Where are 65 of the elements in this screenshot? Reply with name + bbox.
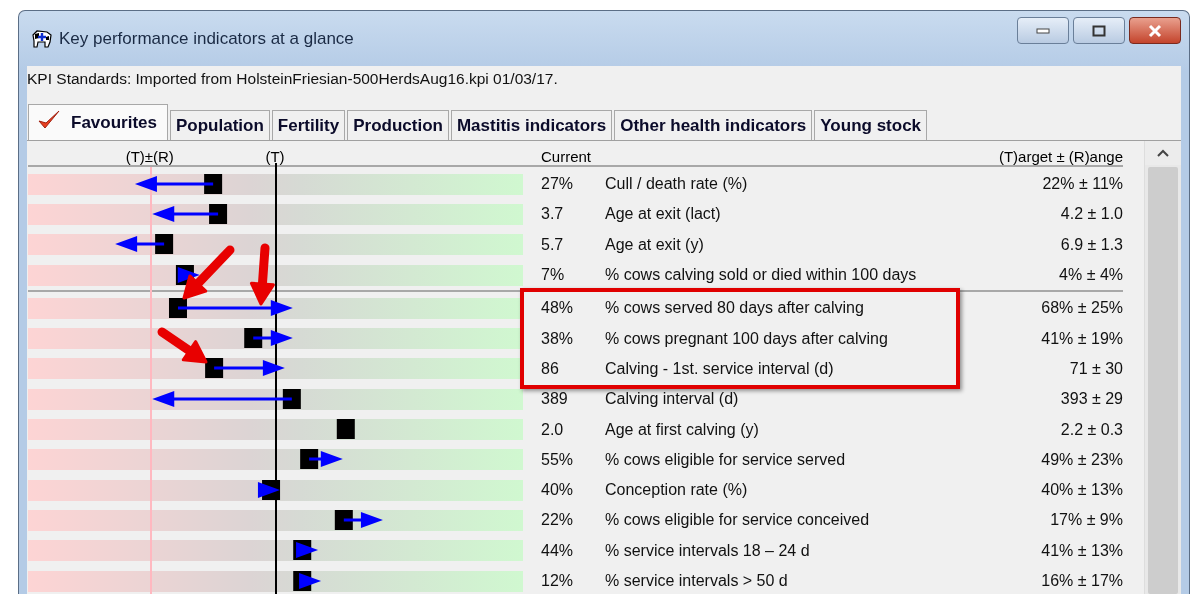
current-value: 38% <box>541 329 575 348</box>
kpi-name: Age at exit (y) <box>605 235 705 254</box>
kpi-name: Conception rate (%) <box>605 481 749 500</box>
scroll-up-button[interactable] <box>1145 141 1181 165</box>
target-range: 41% ± 19% <box>1041 329 1123 348</box>
tab[interactable]: Fertility <box>271 110 346 140</box>
tab[interactable]: Other health indicators <box>614 110 813 140</box>
current-value: 48% <box>541 299 575 318</box>
current-value: 7% <box>541 266 566 285</box>
tab[interactable]: Population <box>170 110 270 140</box>
kpi-name: Age at first calving (y) <box>605 420 760 439</box>
standards-text: KPI Standards: Imported from HolsteinFriesian-500HerdsAug16.kpi 01/03/17. <box>27 69 559 89</box>
current-value: 3.7 <box>541 205 565 224</box>
scroll-thumb[interactable] <box>1148 167 1178 594</box>
kpi-name: % cows eligible for service served <box>605 450 847 469</box>
current-value: 27% <box>541 175 575 194</box>
target-range: 393 ± 29 <box>1060 390 1123 409</box>
tab[interactable]: Production <box>347 110 449 140</box>
app-icon <box>31 28 53 49</box>
current-value: 44% <box>541 541 575 560</box>
tab[interactable]: Young stock <box>814 110 928 140</box>
maximize-icon <box>1092 24 1106 37</box>
kpi-name: Cull / death rate (%) <box>605 175 749 194</box>
target-range: 49% ± 23% <box>1041 450 1123 469</box>
kpi-name: % cows eligible for service conceived <box>605 511 871 530</box>
target-range: 71 ± 30 <box>1069 359 1123 378</box>
current-value: 5.7 <box>541 235 565 254</box>
kpi-name: % cows calving sold or died within 100 days <box>605 266 918 285</box>
tab[interactable]: Mastitis indicators <box>450 110 613 140</box>
target-range: 6.9 ± 1.3 <box>1060 235 1123 254</box>
target-range: 4% ± 4% <box>1059 266 1123 285</box>
current-value: 86 <box>541 359 560 378</box>
tab[interactable]: Favourites <box>28 104 168 140</box>
check-icon <box>37 108 61 131</box>
target-range: 16% ± 17% <box>1041 572 1123 590</box>
window-title: Key performance indicators at a glance <box>59 28 354 49</box>
current-value: 55% <box>541 450 575 469</box>
kpi-name: Calving interval (d) <box>605 390 740 409</box>
caret-up-icon <box>1157 149 1169 157</box>
kpi-name: % cows served 80 days after calving <box>605 299 865 318</box>
close-icon <box>1147 23 1163 38</box>
column-header: (T)arget ± (R)ange <box>998 148 1123 165</box>
kpi-name: % service intervals 18 – 24 d <box>605 541 811 560</box>
current-value: 22% <box>541 511 575 530</box>
kpi-name: Age at exit (lact) <box>605 205 722 224</box>
current-value: 40% <box>541 481 575 500</box>
column-header: Current <box>541 148 592 165</box>
minimize-icon <box>1036 27 1050 34</box>
target-range: 68% ± 25% <box>1041 299 1123 318</box>
current-value: 389 <box>541 390 569 409</box>
current-value: 2.0 <box>541 420 565 439</box>
range-label: (T)±(R) <box>125 148 174 165</box>
target-range: 17% ± 9% <box>1050 511 1123 530</box>
target-range: 2.2 ± 0.3 <box>1060 420 1123 439</box>
kpi-name: % service intervals > 50 d <box>605 572 789 590</box>
maximize-button[interactable] <box>1073 17 1125 44</box>
target-range: 4.2 ± 1.0 <box>1060 205 1123 224</box>
target-range: 41% ± 13% <box>1041 541 1123 560</box>
kpi-name: % cows pregnant 100 days after calving <box>605 329 889 348</box>
target-label: (T) <box>265 148 285 165</box>
close-button[interactable] <box>1129 17 1181 44</box>
target-range: 22% ± 11% <box>1042 175 1123 194</box>
kpi-name: Calving - 1st. service interval (d) <box>605 359 835 378</box>
current-value: 12% <box>541 572 575 590</box>
target-range: 40% ± 13% <box>1041 481 1123 500</box>
